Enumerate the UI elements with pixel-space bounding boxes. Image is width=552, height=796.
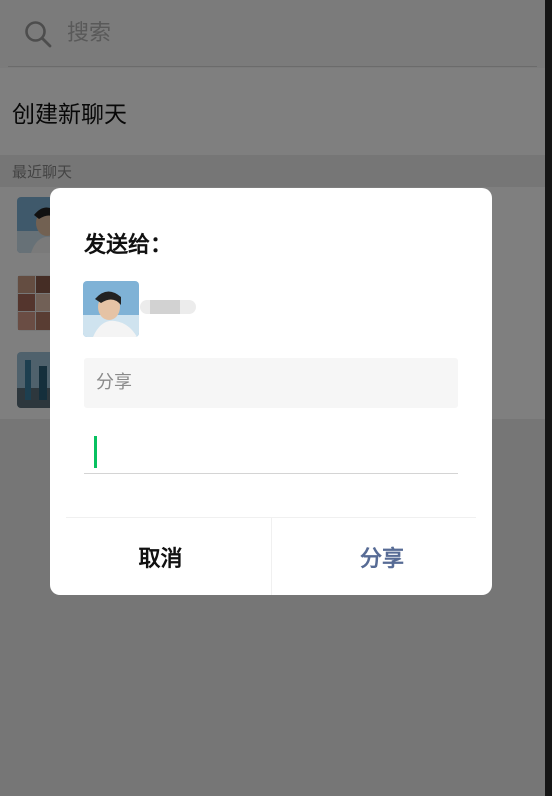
- recipient-avatar: [83, 281, 139, 337]
- recipient-name-blurred: [140, 298, 196, 316]
- share-button[interactable]: 分享: [272, 518, 492, 595]
- share-dialog: 发送给： 分享 取消 分享: [50, 188, 492, 595]
- cancel-button[interactable]: 取消: [50, 518, 271, 595]
- text-caret: [94, 436, 97, 468]
- shared-content-preview: 分享: [84, 358, 458, 408]
- dialog-title: 发送给：: [84, 233, 173, 258]
- message-input[interactable]: [84, 432, 458, 474]
- shared-content-text: 分享: [96, 372, 132, 393]
